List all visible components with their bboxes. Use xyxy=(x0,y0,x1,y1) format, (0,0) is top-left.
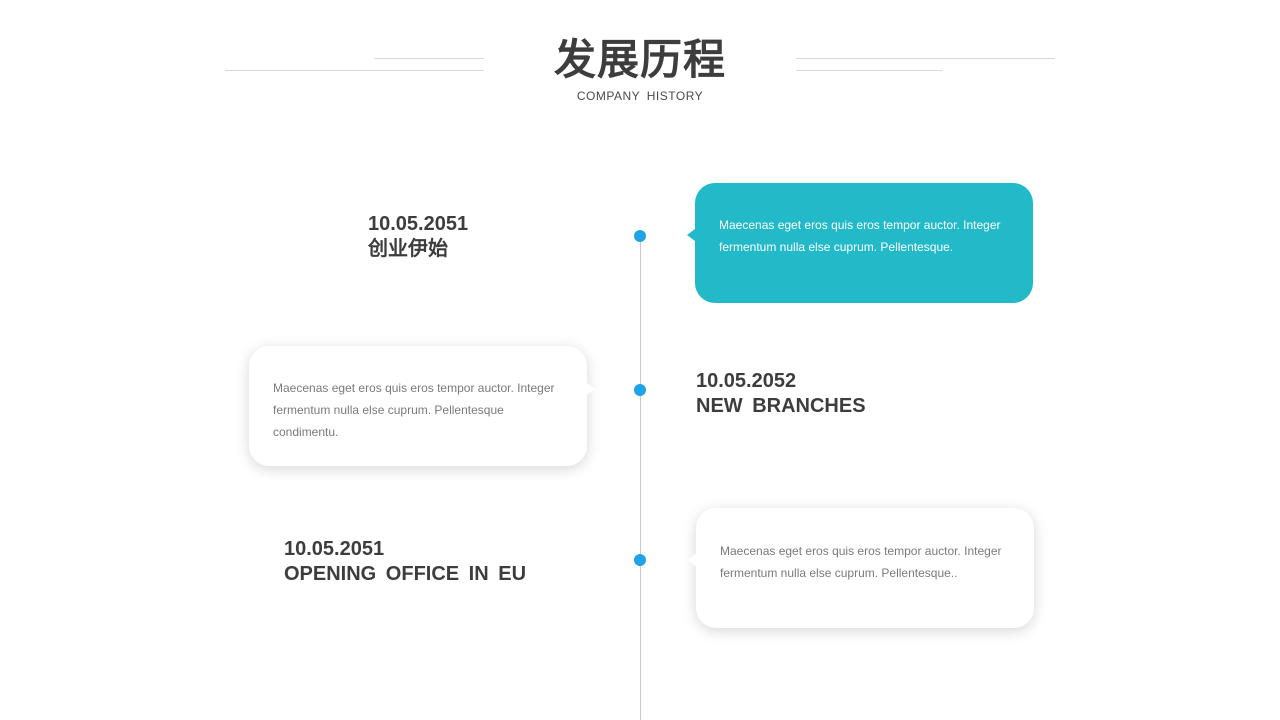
timeline-dot-3 xyxy=(634,554,646,566)
page-subtitle: COMPANY HISTORY xyxy=(576,89,704,103)
event-2-label: 10.05.2052 NEW BRANCHES xyxy=(696,369,866,419)
header-left-line-top xyxy=(374,58,484,59)
event-1-title: 创业伊始 xyxy=(368,238,448,260)
timeline-axis xyxy=(640,236,641,720)
event-1-label: 10.05.2051 创业伊始 xyxy=(368,212,468,262)
event-2-bubble: Maecenas eget eros quis eros tempor auct… xyxy=(249,346,587,466)
event-3-description: Maecenas eget eros quis eros tempor auct… xyxy=(720,544,1002,580)
event-1-bubble-tail xyxy=(687,229,695,241)
header-left-line-bottom xyxy=(225,70,484,71)
event-3-bubble: Maecenas eget eros quis eros tempor auct… xyxy=(696,508,1034,628)
event-2-description: Maecenas eget eros quis eros tempor auct… xyxy=(273,381,555,439)
event-2-date: 10.05.2052 xyxy=(696,370,797,392)
timeline-dot-2 xyxy=(634,384,646,396)
event-3-bubble-tail xyxy=(688,554,696,566)
header-right-line-bottom xyxy=(796,70,942,71)
event-3-title: OPENING OFFICE IN EU xyxy=(284,563,527,585)
event-3-label: 10.05.2051 OPENING OFFICE IN EU xyxy=(284,537,526,587)
event-2-title: NEW BRANCHES xyxy=(696,395,866,417)
event-1-bubble: Maecenas eget eros quis eros tempor auct… xyxy=(695,183,1033,303)
event-1-description: Maecenas eget eros quis eros tempor auct… xyxy=(719,218,1001,254)
header-right-line-top xyxy=(796,58,1055,59)
timeline-dot-1 xyxy=(634,230,646,242)
page-title: 发展历程 xyxy=(553,36,726,83)
event-1-date: 10.05.2051 xyxy=(368,213,469,235)
event-3-date: 10.05.2051 xyxy=(284,538,385,560)
event-2-bubble-tail xyxy=(587,383,595,395)
